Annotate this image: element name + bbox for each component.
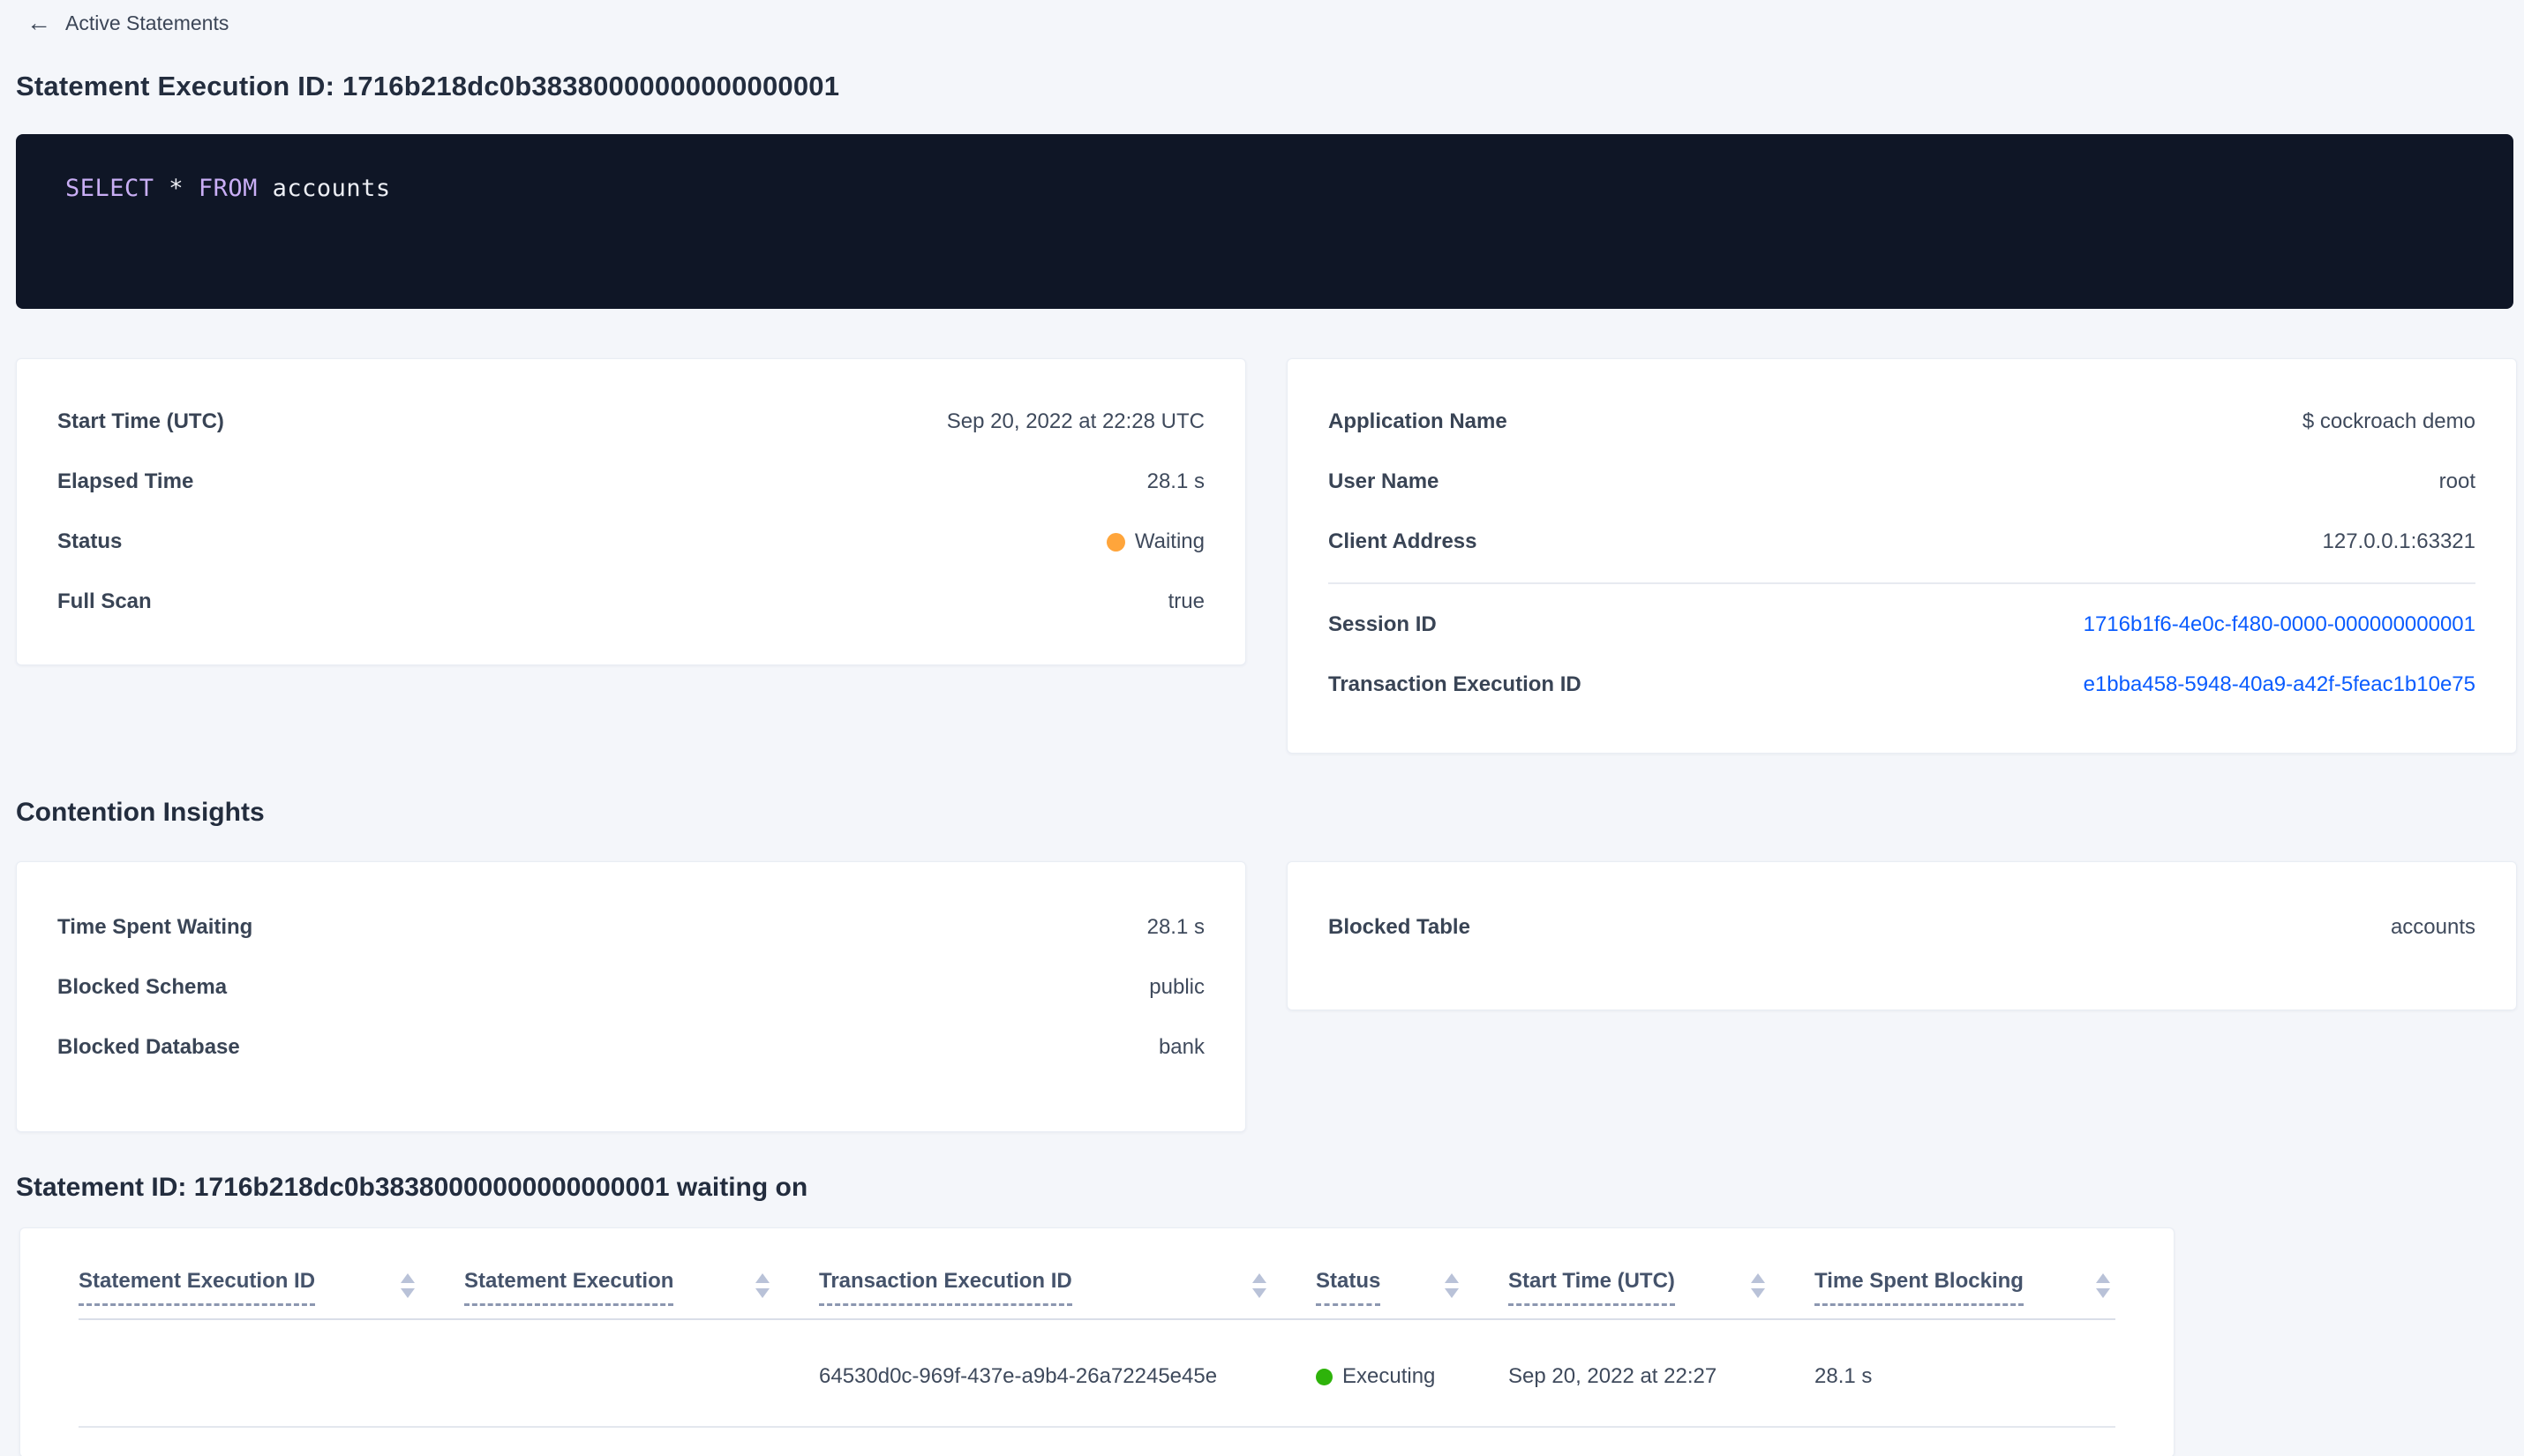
column-header-label: Transaction Execution ID (819, 1269, 1072, 1306)
sql-star: * (169, 175, 199, 202)
kv-label: Time Spent Waiting (57, 915, 253, 939)
kv-row-blocked-table: Blocked Table accounts (1328, 897, 2475, 957)
kv-label: Blocked Database (57, 1035, 240, 1059)
card-divider (1328, 582, 2475, 584)
kv-value: public (1149, 975, 1205, 999)
breadcrumb-back-link[interactable]: ← Active Statements (26, 11, 229, 35)
sql-table-name: accounts (272, 175, 391, 202)
waiting-on-table: Statement Execution ID Statement Executi… (79, 1228, 2115, 1428)
kv-row-status: Status Waiting (57, 512, 1205, 572)
kv-label: Start Time (UTC) (57, 409, 224, 433)
kv-row-time-spent-waiting: Time Spent Waiting 28.1 s (57, 897, 1205, 957)
sort-icon (1445, 1269, 1459, 1298)
kv-label: Session ID (1328, 612, 1437, 636)
kv-value: $ cockroach demo (2302, 409, 2475, 433)
column-header-label: Start Time (UTC) (1508, 1269, 1675, 1306)
table-row: 64530d0c-969f-437e-a9b4-26a72245e45e Exe… (79, 1319, 2115, 1428)
column-header-transaction-execution-id[interactable]: Transaction Execution ID (819, 1228, 1316, 1320)
kv-label: Status (57, 529, 123, 553)
column-header-start-time[interactable]: Start Time (UTC) (1508, 1228, 1814, 1320)
status-badge: Executing (1316, 1364, 1508, 1389)
column-header-label: Status (1316, 1269, 1381, 1306)
sort-icon (1751, 1269, 1765, 1298)
status-badge: Waiting (1106, 529, 1205, 554)
kv-label: Client Address (1328, 529, 1477, 553)
sql-keyword: FROM (198, 175, 273, 202)
cell-statement-execution-id (79, 1319, 464, 1428)
session-id-link[interactable]: 1716b1f6-4e0c-f480-0000-000000000001 (2084, 612, 2475, 637)
sort-icon (1252, 1269, 1266, 1298)
kv-label: User Name (1328, 469, 1439, 493)
kv-row-user-name: User Name root (1328, 452, 2475, 512)
column-header-statement-execution-id[interactable]: Statement Execution ID (79, 1228, 464, 1320)
kv-row-transaction-execution-id: Transaction Execution ID e1bba458-5948-4… (1328, 655, 2475, 715)
sql-statement-box: SELECT * FROM accounts (16, 134, 2513, 309)
kv-row-blocked-schema: Blocked Schema public (57, 957, 1205, 1017)
kv-row-application-name: Application Name $ cockroach demo (1328, 392, 2475, 452)
kv-value: 127.0.0.1:63321 (2322, 529, 2476, 553)
transaction-execution-id-link[interactable]: e1bba458-5948-40a9-a42f-5feac1b10e75 (2084, 672, 2475, 697)
status-executing-dot-icon (1316, 1368, 1333, 1385)
kv-label: Elapsed Time (57, 469, 194, 493)
kv-value: root (2438, 469, 2475, 493)
waiting-on-table-card: Statement Execution ID Statement Executi… (19, 1227, 2175, 1456)
column-header-status[interactable]: Status (1316, 1228, 1508, 1320)
cell-transaction-execution-id: 64530d0c-969f-437e-a9b4-26a72245e45e (819, 1319, 1316, 1428)
waiting-on-heading: Statement ID: 1716b218dc0b38380000000000… (16, 1173, 808, 1202)
contention-insights-heading: Contention Insights (16, 798, 265, 827)
kv-value: 28.1 s (1146, 469, 1205, 493)
arrow-left-icon: ← (26, 9, 51, 36)
kv-row-blocked-database: Blocked Database bank (57, 1017, 1205, 1077)
kv-row-client-address: Client Address 127.0.0.1:63321 (1328, 512, 2475, 572)
column-header-label: Time Spent Blocking (1814, 1269, 2024, 1306)
contention-details-card: Time Spent Waiting 28.1 s Blocked Schema… (16, 861, 1246, 1132)
kv-label: Blocked Schema (57, 975, 228, 999)
kv-label: Transaction Execution ID (1328, 672, 1581, 696)
kv-label: Full Scan (57, 589, 152, 613)
session-summary-card: Application Name $ cockroach demo User N… (1287, 358, 2517, 754)
kv-value: bank (1158, 1035, 1205, 1059)
kv-label: Application Name (1328, 409, 1507, 433)
column-header-statement-execution[interactable]: Statement Execution (464, 1228, 819, 1320)
cell-time-spent-blocking: 28.1 s (1814, 1319, 2115, 1428)
blocked-table-card: Blocked Table accounts (1287, 861, 2517, 1010)
kv-row-full-scan: Full Scan true (57, 572, 1205, 632)
kv-value: true (1168, 589, 1205, 613)
column-header-label: Statement Execution (464, 1269, 674, 1306)
contention-cards-row: Time Spent Waiting 28.1 s Blocked Schema… (16, 861, 2517, 1132)
kv-value: 28.1 s (1146, 915, 1205, 939)
cell-start-time: Sep 20, 2022 at 22:27 (1508, 1319, 1814, 1428)
summary-cards-row: Start Time (UTC) Sep 20, 2022 at 22:28 U… (16, 358, 2517, 754)
kv-row-elapsed-time: Elapsed Time 28.1 s (57, 452, 1205, 512)
kv-value: Sep 20, 2022 at 22:28 UTC (946, 409, 1205, 433)
sql-keyword: SELECT (65, 175, 169, 202)
column-header-label: Statement Execution ID (79, 1269, 316, 1306)
kv-label: Blocked Table (1328, 915, 1470, 939)
status-waiting-dot-icon (1106, 532, 1125, 552)
breadcrumb-label: Active Statements (65, 11, 229, 34)
kv-row-session-id: Session ID 1716b1f6-4e0c-f480-0000-00000… (1328, 595, 2475, 655)
status-text: Waiting (1134, 529, 1205, 553)
column-header-time-spent-blocking[interactable]: Time Spent Blocking (1814, 1228, 2115, 1320)
sort-icon (755, 1269, 770, 1298)
table-header-row: Statement Execution ID Statement Executi… (79, 1228, 2115, 1320)
kv-row-start-time: Start Time (UTC) Sep 20, 2022 at 22:28 U… (57, 392, 1205, 452)
cell-status: Executing (1316, 1319, 1508, 1428)
kv-value: accounts (2390, 915, 2475, 939)
statement-summary-card: Start Time (UTC) Sep 20, 2022 at 22:28 U… (16, 358, 1246, 665)
cell-statement-execution (464, 1319, 819, 1428)
sort-icon (2096, 1269, 2110, 1298)
page-title: Statement Execution ID: 1716b218dc0b3838… (16, 71, 840, 101)
status-text: Executing (1342, 1364, 1436, 1388)
sort-icon (401, 1269, 415, 1298)
